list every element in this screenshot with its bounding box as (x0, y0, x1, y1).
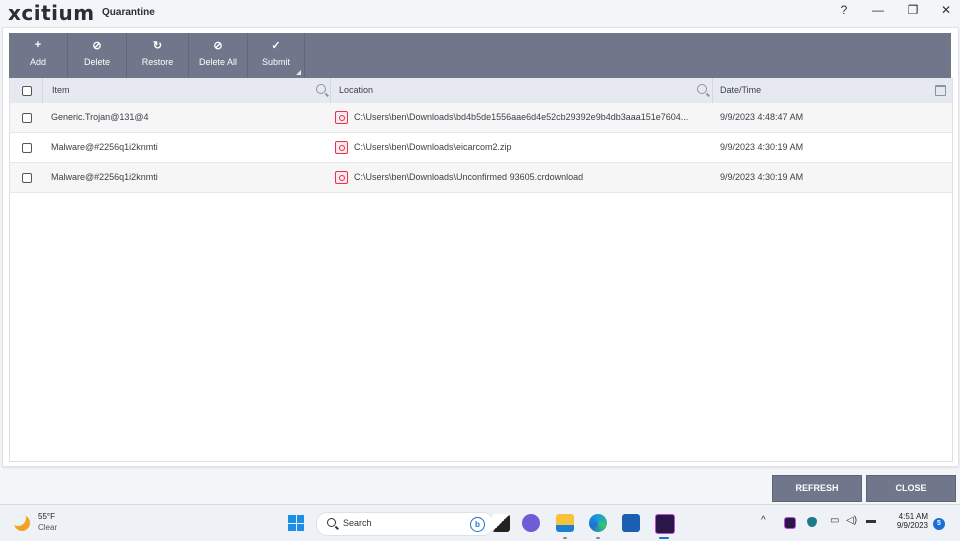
edge-icon[interactable] (589, 514, 607, 532)
quarantine-table: Item Location Date/Time Generic.Trojan@1… (9, 78, 953, 462)
column-separator (712, 78, 713, 103)
delete-button[interactable]: ⊘ Delete (68, 33, 127, 78)
select-all-checkbox[interactable] (22, 86, 32, 96)
column-header-location[interactable]: Location (339, 78, 373, 103)
row-checkbox[interactable] (22, 113, 32, 123)
item-datetime: 9/9/2023 4:30:19 AM (720, 172, 804, 182)
row-checkbox[interactable] (22, 173, 32, 183)
moon-icon[interactable] (14, 515, 30, 531)
title-bar: xcitium Quarantine ? — ❐ ✕ (0, 0, 960, 26)
column-separator (330, 78, 331, 103)
close-window-button[interactable]: ✕ (936, 3, 956, 17)
notification-badge[interactable]: 5 (933, 518, 945, 530)
running-indicator (563, 537, 567, 539)
toolbar: + Add ⊘ Delete ↻ Restore ⊘ Delete All ✓ … (9, 33, 951, 78)
calendar-icon[interactable] (935, 85, 946, 96)
check-icon: ✓ (271, 40, 281, 52)
chat-icon[interactable] (522, 514, 540, 532)
threat-icon (335, 171, 348, 184)
dropdown-corner-icon[interactable] (296, 70, 301, 75)
item-location: C:\Users\ben\Downloads\eicarcom2.zip (354, 142, 512, 152)
search-placeholder: Search (343, 518, 372, 528)
close-button[interactable]: CLOSE (866, 475, 956, 502)
table-row[interactable]: Malware@#2256q1i2knmti C:\Users\ben\Down… (10, 163, 952, 193)
volume-icon[interactable]: ◁) (846, 515, 857, 526)
clock[interactable]: 4:51 AM 9/9/2023 (876, 512, 928, 530)
task-view-icon[interactable] (492, 514, 510, 532)
item-datetime: 9/9/2023 4:30:19 AM (720, 142, 804, 152)
delete-all-label: Delete All (198, 57, 238, 67)
table-row[interactable]: Generic.Trojan@131@4 C:\Users\ben\Downlo… (10, 103, 952, 133)
table-header: Item Location Date/Time (10, 78, 952, 103)
clock-time: 4:51 AM (898, 512, 928, 521)
weather-temp[interactable]: 55°F (38, 512, 55, 521)
minimize-button[interactable]: — (868, 3, 888, 17)
brand-logo: xcitium (8, 1, 95, 25)
row-checkbox[interactable] (22, 143, 32, 153)
submit-button[interactable]: ✓ Submit (248, 33, 305, 78)
network-icon[interactable]: ▭ (830, 515, 839, 526)
item-name: Generic.Trojan@131@4 (51, 112, 149, 122)
column-separator (42, 78, 43, 103)
restore-item-button[interactable]: ↻ Restore (127, 33, 189, 78)
restore-icon: ↻ (152, 40, 163, 52)
store-icon[interactable] (622, 514, 640, 532)
item-datetime: 9/9/2023 4:48:47 AM (720, 112, 804, 122)
restore-label: Restore (141, 57, 174, 67)
windows-start-icon[interactable] (288, 515, 304, 531)
delete-all-button[interactable]: ⊘ Delete All (189, 33, 248, 78)
search-icon (327, 518, 336, 527)
bing-icon[interactable]: b (470, 517, 485, 532)
item-name: Malware@#2256q1i2knmti (51, 172, 158, 182)
shield-tray-icon[interactable] (807, 517, 817, 527)
restore-button[interactable]: ❐ (903, 3, 923, 17)
taskbar: 55°F Clear Search b ^ ▭ ◁) ▬ 4:51 AM 9/9… (0, 504, 960, 541)
running-indicator (596, 537, 600, 539)
block-icon: ⊘ (213, 40, 223, 52)
plus-icon: + (34, 39, 42, 51)
file-explorer-icon[interactable] (556, 514, 574, 532)
add-button[interactable]: + Add (9, 33, 68, 78)
threat-icon (335, 111, 348, 124)
xcitium-app-icon[interactable] (655, 514, 675, 534)
tray-chevron-icon[interactable]: ^ (761, 515, 766, 526)
item-location: C:\Users\ben\Downloads\bd4b5de1556aae6d4… (354, 112, 689, 122)
column-header-item[interactable]: Item (52, 78, 70, 103)
search-icon[interactable] (316, 84, 326, 94)
delete-label: Delete (83, 57, 110, 67)
threat-icon (335, 141, 348, 154)
battery-icon[interactable]: ▬ (866, 515, 876, 526)
column-header-datetime[interactable]: Date/Time (720, 78, 761, 103)
search-icon[interactable] (697, 84, 707, 94)
item-name: Malware@#2256q1i2knmti (51, 142, 158, 152)
help-button[interactable]: ? (834, 3, 854, 17)
add-label: Add (29, 57, 46, 67)
submit-label: Submit (261, 57, 290, 67)
item-location: C:\Users\ben\Downloads\Unconfirmed 93605… (354, 172, 584, 182)
refresh-button[interactable]: REFRESH (772, 475, 862, 502)
clock-date: 9/9/2023 (896, 521, 928, 530)
active-indicator (659, 537, 669, 539)
block-icon: ⊘ (92, 40, 102, 52)
taskbar-search[interactable]: Search b (316, 512, 494, 536)
table-row[interactable]: Malware@#2256q1i2knmti C:\Users\ben\Down… (10, 133, 952, 163)
weather-desc[interactable]: Clear (38, 523, 57, 532)
window-title: Quarantine (102, 7, 155, 18)
xcitium-tray-icon[interactable] (784, 517, 796, 529)
